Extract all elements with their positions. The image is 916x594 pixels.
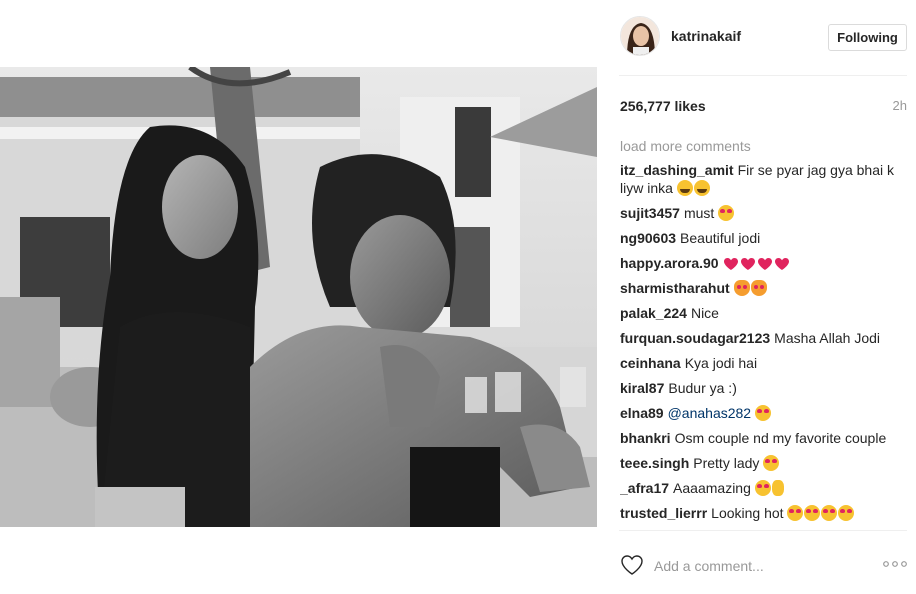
- heart-eyes-emoji-icon: [763, 455, 780, 471]
- comment-item: teee.singh Pretty lady: [620, 454, 910, 472]
- comment-item: furquan.soudagar2123 Masha Allah Jodi: [620, 329, 910, 347]
- comment-author[interactable]: itz_dashing_amit: [620, 162, 734, 178]
- comment-item: trusted_lierrr Looking hot: [620, 504, 910, 522]
- comment-item: sharmistharahut: [620, 279, 910, 297]
- comment-text: Osm couple nd my favorite couple: [674, 430, 887, 446]
- more-options-icon[interactable]: [882, 557, 908, 571]
- comment-text: must: [683, 205, 715, 221]
- comment-item: kiral87 Budur ya :): [620, 379, 910, 397]
- load-more-comments-link[interactable]: load more comments: [620, 137, 910, 161]
- comment-item: palak_224 Nice: [620, 304, 910, 322]
- author-username[interactable]: katrinakaif: [671, 28, 741, 44]
- composer-divider: [619, 530, 907, 531]
- heart-eyes-emoji-icon: [838, 505, 855, 521]
- comment-author[interactable]: _afra17: [620, 480, 669, 496]
- comment-author[interactable]: sujit3457: [620, 205, 680, 221]
- comment-author[interactable]: teee.singh: [620, 455, 689, 471]
- comment-author[interactable]: sharmistharahut: [620, 280, 730, 296]
- comment-author[interactable]: furquan.soudagar2123: [620, 330, 770, 346]
- heart-emoji-icon: [774, 257, 790, 271]
- comment-author[interactable]: kiral87: [620, 380, 664, 396]
- comment-item: ng90603 Beautiful jodi: [620, 229, 910, 247]
- comment-text: Aaaamazing: [673, 480, 751, 496]
- comment-item: itz_dashing_amit Fir se pyar jag gya bhai…: [620, 161, 910, 197]
- like-count[interactable]: 256,777 likes: [620, 98, 706, 114]
- comment-text: Nice: [690, 305, 719, 321]
- heart-eyes-emoji-icon: [754, 480, 771, 496]
- heart-emoji-icon: [740, 257, 756, 271]
- following-button[interactable]: Following: [828, 24, 907, 51]
- header-divider: [619, 75, 907, 76]
- post-media-area: [0, 0, 597, 594]
- comment-item: elna89 @anahas282: [620, 404, 910, 422]
- comment-item: _afra17 Aaaamazing: [620, 479, 910, 497]
- comment-item: ceinhana Kya jodi hai: [620, 354, 910, 372]
- author-avatar[interactable]: [620, 16, 660, 56]
- comment-author[interactable]: palak_224: [620, 305, 687, 321]
- heart-outline-icon[interactable]: [620, 554, 644, 576]
- heart-emoji-icon: [723, 257, 739, 271]
- heart-emoji-icon: [757, 257, 773, 271]
- comment-mention-link[interactable]: @anahas282: [668, 405, 752, 421]
- cat-emoji-icon: [733, 280, 750, 296]
- ok-emoji-icon: [771, 480, 784, 496]
- comment-text: Looking hot: [711, 505, 784, 521]
- post-photo[interactable]: [0, 67, 597, 527]
- comment-author[interactable]: elna89: [620, 405, 664, 421]
- add-comment-input[interactable]: [654, 556, 854, 576]
- comment-author[interactable]: ng90603: [620, 230, 676, 246]
- heart-eyes-emoji-icon: [755, 405, 771, 421]
- comment-item: sujit3457 must: [620, 204, 910, 222]
- heart-eyes-emoji-icon: [787, 505, 804, 521]
- heart-eyes-emoji-icon: [821, 505, 838, 521]
- comment-text: Masha Allah Jodi: [774, 330, 880, 346]
- comments-list: load more comments itz_dashing_amit Fir s…: [620, 137, 910, 530]
- post-header: katrinakaif Following: [597, 0, 916, 76]
- cat-emoji-icon: [750, 280, 767, 296]
- comment-text: Kya jodi hai: [684, 355, 758, 371]
- laugh-emoji-icon: [693, 180, 710, 196]
- comment-author[interactable]: ceinhana: [620, 355, 681, 371]
- heart-eyes-emoji-icon: [718, 205, 735, 221]
- comment-item: happy.arora.90: [620, 254, 910, 272]
- comment-author[interactable]: bhankri: [620, 430, 671, 446]
- post-side-panel: katrinakaif Following 256,777 likes 2h l…: [597, 0, 916, 594]
- comment-text: Pretty lady: [693, 455, 760, 471]
- comment-author[interactable]: trusted_lierrr: [620, 505, 707, 521]
- laugh-emoji-icon: [676, 180, 693, 196]
- comment-text: Beautiful jodi: [680, 230, 761, 246]
- post-timestamp[interactable]: 2h: [893, 98, 907, 113]
- comment-author[interactable]: happy.arora.90: [620, 255, 719, 271]
- comment-text: Budur ya :): [668, 380, 737, 396]
- comment-item: bhankri Osm couple nd my favorite couple: [620, 429, 910, 447]
- heart-eyes-emoji-icon: [804, 505, 821, 521]
